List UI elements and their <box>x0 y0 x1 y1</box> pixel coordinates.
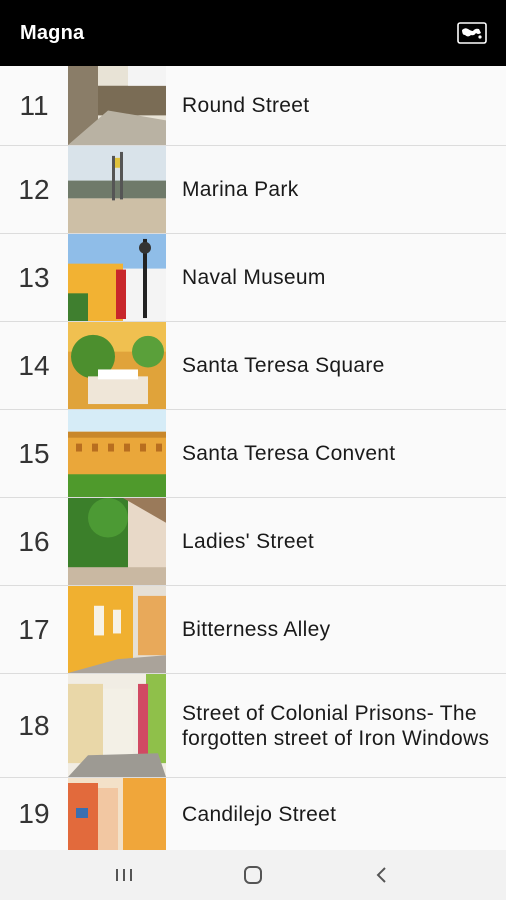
item-thumbnail <box>68 146 166 233</box>
item-title: Candilejo Street <box>182 802 337 826</box>
system-nav-bar <box>0 850 506 900</box>
list-item[interactable]: 19 Candilejo Street <box>0 778 506 850</box>
item-number: 11 <box>19 89 49 121</box>
item-title: Naval Museum <box>182 266 326 289</box>
map-icon <box>457 22 487 44</box>
item-number: 19 <box>18 798 50 829</box>
app-title: Magna <box>20 21 85 44</box>
item-thumbnail <box>68 674 166 777</box>
map-button[interactable] <box>456 20 488 46</box>
list-item[interactable]: 14 Santa Teresa Square <box>0 322 506 410</box>
list-item[interactable]: 18 Street of Colonial Prisons- The forgo… <box>0 674 506 778</box>
item-number: 14 <box>18 349 50 381</box>
list-item[interactable]: 15 Santa Teresa Convent <box>0 410 506 498</box>
app-bar: Magna <box>0 0 506 66</box>
home-button[interactable] <box>233 855 273 895</box>
item-thumbnail <box>68 586 166 673</box>
item-number: 15 <box>18 437 50 469</box>
item-thumbnail <box>68 66 166 145</box>
item-title: Marina Park <box>182 178 299 201</box>
item-title: Santa Teresa Square <box>182 354 385 377</box>
item-title: Santa Teresa Convent <box>182 442 396 465</box>
item-thumbnail <box>68 498 166 585</box>
list-item[interactable]: 12 Marina Park <box>0 146 506 234</box>
places-list: 11 Round Street 12 Marina Park 13 Naval … <box>0 66 506 850</box>
recent-apps-button[interactable] <box>104 855 144 895</box>
back-button[interactable] <box>362 855 402 895</box>
item-number: 18 <box>18 709 50 741</box>
item-number: 12 <box>18 173 50 205</box>
item-number: 13 <box>18 261 50 293</box>
item-number: 17 <box>18 613 50 645</box>
item-thumbnail <box>68 234 166 321</box>
item-thumbnail <box>68 410 166 497</box>
list-item[interactable]: 16 Ladies' Street <box>0 498 506 586</box>
list-item[interactable]: 17 Bitterness Alley <box>0 586 506 674</box>
home-icon <box>243 866 262 884</box>
item-title: Street of Colonial Prisons- The forgotte… <box>182 701 490 750</box>
item-thumbnail <box>68 778 166 850</box>
item-thumbnail <box>68 322 166 409</box>
item-title: Round Street <box>182 94 310 117</box>
back-icon <box>376 867 386 883</box>
item-title: Bitterness Alley <box>182 618 331 641</box>
list-item[interactable]: 11 Round Street <box>0 66 506 146</box>
item-title: Ladies' Street <box>182 530 314 553</box>
recent-apps-icon <box>116 869 133 881</box>
item-number: 16 <box>18 525 50 557</box>
list-item[interactable]: 13 Naval Museum <box>0 234 506 322</box>
